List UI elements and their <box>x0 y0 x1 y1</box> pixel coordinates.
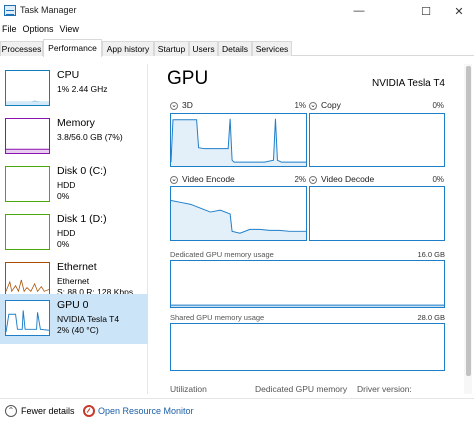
engine-selector-video-decode[interactable]: ⌄ Video Decode <box>309 174 374 184</box>
task-manager-icon <box>4 5 16 16</box>
engine-graph-video-encode <box>170 186 307 241</box>
minimize-button[interactable]: — <box>343 0 375 22</box>
sidebar-item-title: GPU 0 <box>57 299 89 311</box>
fewer-details-link[interactable]: Fewer details <box>21 406 75 416</box>
engine-graph-copy <box>309 113 445 167</box>
engine-selector-3d[interactable]: ⌄ 3D <box>170 100 193 110</box>
sidebar-item-memory[interactable]: Memory 3.8/56.0 GB (7%) <box>0 112 148 160</box>
sidebar-item-detail: NVIDIA Tesla T4 <box>57 314 120 324</box>
dedicated-memory-max: 16.0 GB <box>417 250 445 259</box>
scrollbar-thumb[interactable] <box>466 66 471 376</box>
sidebar-item-title: Memory <box>57 117 95 129</box>
open-resource-monitor-link[interactable]: Open Resource Monitor <box>98 406 194 416</box>
footer-bar: ⌃ Fewer details Open Resource Monitor <box>0 398 474 428</box>
resource-monitor-icon[interactable] <box>83 405 95 417</box>
engine-graph-video-decode <box>309 186 445 241</box>
engine-percent: 0% <box>432 101 444 110</box>
chevron-down-icon: ⌄ <box>170 175 178 184</box>
close-button[interactable]: ✕ <box>443 0 474 22</box>
engine-percent: 0% <box>432 175 444 184</box>
resource-sidebar: CPU 1% 2.44 GHz Memory 3.8/56.0 GB (7%) … <box>0 64 148 394</box>
engine-selector-copy[interactable]: ⌄ Copy <box>309 100 341 110</box>
tab-app-history[interactable]: App history <box>102 41 154 56</box>
memory-thumbnail-graph <box>5 118 50 154</box>
tab-startup[interactable]: Startup <box>154 41 189 56</box>
page-title: GPU <box>167 68 209 89</box>
chevron-down-icon: ⌄ <box>170 101 178 110</box>
menu-bar: File Options View <box>0 22 83 38</box>
title-bar: Task Manager — ☐ ✕ <box>0 0 474 22</box>
chevron-down-icon: ⌄ <box>309 101 317 110</box>
sidebar-item-detail: HDD <box>57 180 76 190</box>
tab-processes[interactable]: Processes <box>0 41 43 56</box>
sidebar-item-title: Disk 1 (D:) <box>57 213 107 225</box>
shared-memory-graph <box>170 323 445 371</box>
maximize-button[interactable]: ☐ <box>410 0 442 22</box>
sidebar-item-cpu[interactable]: CPU 1% 2.44 GHz <box>0 64 148 112</box>
menu-view[interactable]: View <box>58 22 83 38</box>
engine-graph-3d <box>170 113 307 167</box>
sidebar-item-detail: Ethernet <box>57 276 90 286</box>
shared-memory-label: Shared GPU memory usage <box>170 313 265 322</box>
window-title: Task Manager <box>20 5 77 15</box>
sidebar-item-detail: 3.8/56.0 GB (7%) <box>57 132 123 142</box>
disk-1-thumbnail-graph <box>5 214 50 250</box>
chevron-down-icon: ⌄ <box>309 175 317 184</box>
engine-selector-video-encode[interactable]: ⌄ Video Encode <box>170 174 235 184</box>
sidebar-item-detail: HDD <box>57 228 76 238</box>
sidebar-item-disk-0[interactable]: Disk 0 (C:) HDD 0% <box>0 160 148 208</box>
sidebar-item-detail: 1% 2.44 GHz <box>57 84 108 94</box>
disk-0-thumbnail-graph <box>5 166 50 202</box>
menu-file[interactable]: File <box>0 22 21 38</box>
sidebar-item-title: CPU <box>57 69 80 81</box>
dedicated-memory-label: Dedicated GPU memory usage <box>170 250 274 259</box>
engine-label: Video Decode <box>321 174 375 184</box>
sidebar-item-title: Disk 0 (C:) <box>57 165 107 177</box>
engine-label: 3D <box>182 100 193 110</box>
gpu-model-name: NVIDIA Tesla T4 <box>372 78 445 89</box>
dedicated-memory-stat-label: Dedicated GPU memory <box>255 384 348 394</box>
utilization-label: Utilization <box>170 384 207 394</box>
sidebar-item-title: Ethernet <box>57 261 97 273</box>
engine-percent: 2% <box>294 175 306 184</box>
engine-percent: 1% <box>294 101 306 110</box>
tab-bar: Processes Performance App history Startu… <box>0 39 474 57</box>
sidebar-item-detail: 0% <box>57 239 70 249</box>
engine-label: Copy <box>321 100 341 110</box>
shared-memory-max: 28.0 GB <box>417 313 445 322</box>
tab-details[interactable]: Details <box>218 41 252 56</box>
tab-users[interactable]: Users <box>189 41 218 56</box>
ethernet-thumbnail-graph <box>5 262 50 298</box>
driver-version-label: Driver version: <box>357 384 412 394</box>
sidebar-item-detail: 2% (40 °C) <box>57 325 99 335</box>
engine-label: Video Encode <box>182 174 235 184</box>
cpu-thumbnail-graph <box>5 70 50 106</box>
chevron-up-icon[interactable]: ⌃ <box>5 405 17 417</box>
gpu-thumbnail-graph <box>5 300 50 336</box>
tab-services[interactable]: Services <box>252 41 292 56</box>
sidebar-item-disk-1[interactable]: Disk 1 (D:) HDD 0% <box>0 208 148 256</box>
sidebar-item-detail: 0% <box>57 191 70 201</box>
dedicated-memory-graph <box>170 260 445 308</box>
menu-options[interactable]: Options <box>21 22 58 38</box>
sidebar-item-gpu-0[interactable]: GPU 0 NVIDIA Tesla T4 2% (40 °C) <box>0 294 148 344</box>
tab-performance[interactable]: Performance <box>43 39 102 57</box>
